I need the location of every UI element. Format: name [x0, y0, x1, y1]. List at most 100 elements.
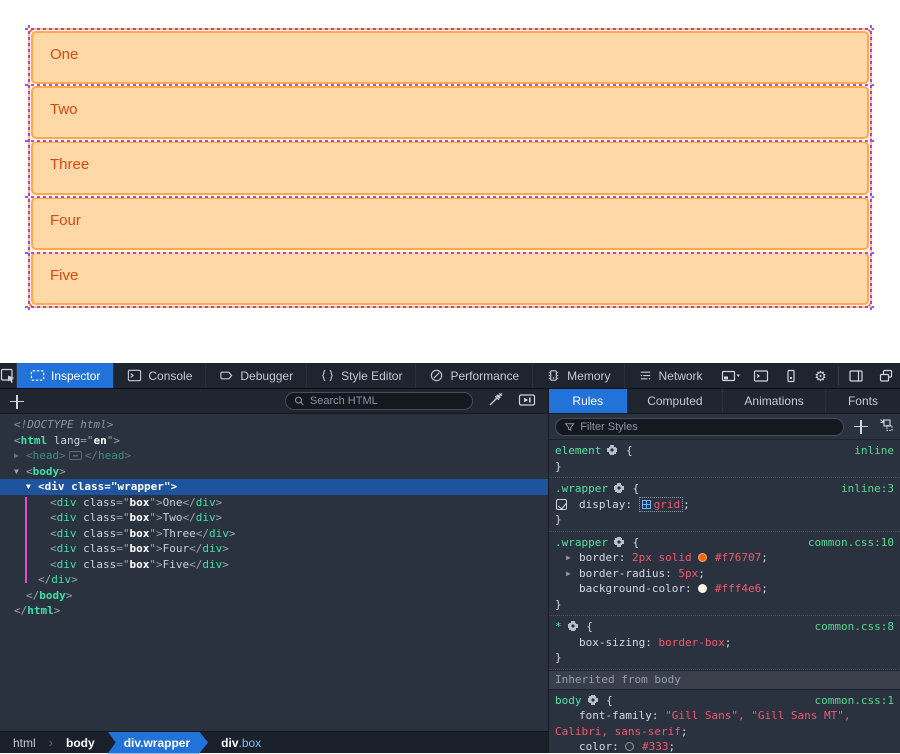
property-value[interactable]: grid [654, 498, 681, 511]
tab-console[interactable]: Console [114, 363, 206, 388]
color-swatch[interactable] [625, 742, 634, 751]
rule-source-link[interactable]: common.css:8 [815, 619, 894, 635]
css-property[interactable]: display: grid; [549, 497, 900, 513]
property-value[interactable]: #333 [635, 740, 668, 753]
settings-button[interactable]: ⚙ [806, 363, 836, 389]
markup-line[interactable]: <!DOCTYPE html> [0, 417, 548, 433]
markup-line[interactable]: <html lang="en"> [0, 433, 548, 449]
markup-line[interactable]: </html> [0, 603, 548, 619]
property-value[interactable]: #f76707 [708, 551, 761, 564]
property-name[interactable]: border [579, 551, 619, 564]
property-name[interactable]: color [579, 740, 612, 753]
selector-gear-icon[interactable] [568, 621, 578, 631]
rule-open-brace: { [626, 482, 639, 495]
property-name[interactable]: display [579, 498, 625, 511]
tab-network[interactable]: Network [625, 363, 716, 388]
tab-style-editor[interactable]: Style Editor [307, 363, 416, 388]
tab-rules[interactable]: Rules [549, 389, 628, 413]
markup-line[interactable]: <div class="box">Two</div> [0, 510, 548, 526]
rule-source-link[interactable]: common.css:1 [815, 693, 894, 709]
expand-property-icon[interactable]: ▶ [566, 566, 571, 582]
css-property[interactable]: ▶border-radius: 5px; [549, 566, 900, 582]
responsive-design-button[interactable] [776, 363, 806, 389]
add-node-button[interactable] [0, 389, 34, 414]
markup-line[interactable]: <div class="box">Five</div> [0, 557, 548, 573]
tab-debugger[interactable]: Debugger [206, 363, 307, 388]
markup-line[interactable]: </body> [0, 588, 548, 604]
color-swatch[interactable] [698, 553, 707, 562]
markup-line[interactable]: ▼<body> [0, 464, 548, 480]
element-picker-button[interactable] [0, 363, 17, 388]
markup-token: Five [163, 558, 190, 571]
breadcrumb-item-div[interactable]: div.box [208, 732, 274, 754]
css-property[interactable]: ▶border: 2px solid #f76707; [549, 550, 900, 566]
tab-computed[interactable]: Computed [628, 389, 724, 413]
tab-performance[interactable]: Performance [416, 363, 533, 388]
breadcrumb-item-html[interactable]: html [0, 732, 49, 754]
collapsed-content-icon[interactable] [69, 451, 82, 460]
property-value[interactable]: 2px solid [632, 551, 698, 564]
color-swatch[interactable] [698, 584, 707, 593]
property-value[interactable]: border-box [658, 636, 724, 649]
rule-selector-line[interactable]: .wrapper {common.css:10 [549, 535, 900, 551]
property-name[interactable]: font-family [579, 709, 652, 722]
tab-fonts[interactable]: Fonts [826, 389, 900, 413]
filter-styles-input[interactable] [580, 421, 835, 433]
tab-inspector[interactable]: Inspector [17, 363, 114, 388]
property-value[interactable]: "Gill Sans", "Gill Sans MT", [665, 709, 850, 722]
css-property[interactable]: box-sizing: border-box; [549, 635, 900, 651]
property-value[interactable]: 5px [678, 567, 698, 580]
rule-source-link[interactable]: common.css:10 [808, 535, 894, 551]
css-property[interactable]: font-family: "Gill Sans", "Gill Sans MT"… [549, 708, 900, 739]
rule-selector[interactable]: * [555, 620, 562, 633]
eyedropper-button[interactable] [487, 391, 504, 411]
popout-window-button[interactable] [871, 363, 900, 389]
breadcrumb-item-body[interactable]: body [53, 732, 108, 754]
css-property[interactable]: background-color: #fff4e6; [549, 581, 900, 597]
selector-gear-icon[interactable] [614, 483, 624, 493]
rule-selector-line[interactable]: * {common.css:8 [549, 619, 900, 635]
rule-selector-line[interactable]: .wrapper { inline:3 [549, 481, 900, 497]
rule-selector[interactable]: body [555, 694, 582, 707]
child-guide-line [25, 497, 27, 583]
property-name[interactable]: box-sizing [579, 636, 645, 649]
rule-source-link[interactable]: inline [854, 443, 894, 459]
pseudo-class-panel-button[interactable] [878, 417, 894, 436]
markup-line[interactable]: ▶<head></head> [0, 448, 548, 464]
markup-line[interactable]: <div class="box">Four</div> [0, 541, 548, 557]
add-rule-button[interactable] [852, 418, 870, 436]
collapse-arrow-icon[interactable]: ▼ [26, 479, 31, 495]
markup-line[interactable]: <div class="box">Three</div> [0, 526, 548, 542]
paused-overlay-button[interactable] [518, 392, 536, 411]
grid-highlighter-icon[interactable] [642, 500, 651, 509]
property-name[interactable]: border-radius [579, 567, 665, 580]
tab-animations[interactable]: Animations [723, 389, 826, 413]
rule-selector-line[interactable]: body {common.css:1 [549, 693, 900, 709]
rule-selector[interactable]: .wrapper [555, 536, 608, 549]
grid-value-badge[interactable]: grid [639, 497, 684, 512]
selector-gear-icon[interactable] [588, 695, 598, 705]
selector-gear-icon[interactable] [607, 445, 617, 455]
rule-selector-line[interactable]: element {inline [549, 443, 900, 459]
search-html-input[interactable] [310, 395, 464, 407]
property-value[interactable]: Calibri, sans-serif [555, 725, 681, 738]
split-console-button[interactable] [746, 363, 776, 389]
markup-line[interactable]: <div class="box">One</div> [0, 495, 548, 511]
rule-source-link[interactable]: inline:3 [841, 481, 894, 497]
rule-selector[interactable]: element [555, 444, 601, 457]
enable-property-checkbox[interactable] [556, 499, 567, 510]
expand-property-icon[interactable]: ▶ [566, 550, 571, 566]
sidebar-toggle-button[interactable] [841, 363, 871, 389]
rule-selector[interactable]: .wrapper [555, 482, 608, 495]
expand-arrow-icon[interactable]: ▶ [14, 448, 19, 464]
breadcrumb-item-divwrapper[interactable]: div.wrapper [108, 732, 208, 754]
dock-options-button[interactable] [716, 363, 746, 389]
markup-line[interactable]: </div> [0, 572, 548, 588]
css-property[interactable]: color: #333; [549, 739, 900, 753]
property-name[interactable]: background-color [579, 582, 685, 595]
tab-memory[interactable]: Memory [533, 363, 624, 388]
markup-line[interactable]: ▼<div class="wrapper"> [0, 479, 548, 495]
selector-gear-icon[interactable] [614, 537, 624, 547]
collapse-arrow-icon[interactable]: ▼ [14, 464, 19, 480]
property-value[interactable]: #fff4e6 [708, 582, 761, 595]
